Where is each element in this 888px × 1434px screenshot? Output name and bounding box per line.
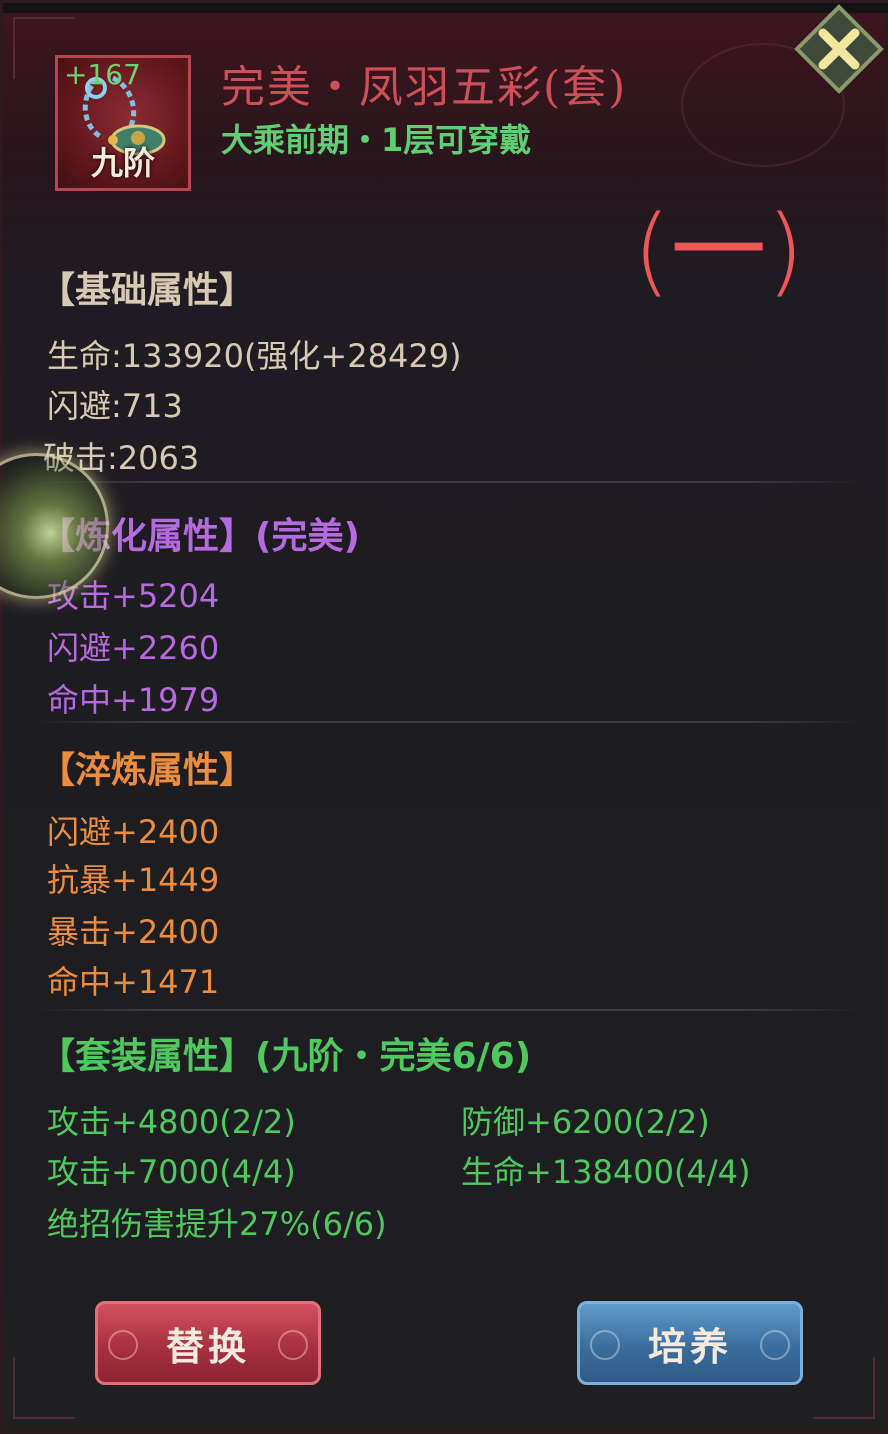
close-icon [794,4,884,94]
set-attribute-line: 生命+138400(4/4) [461,1153,751,1191]
refine-attribute-line: 闪避+2260 [47,629,220,667]
section-divider [33,481,863,483]
equipment-detail-panel: +167 九阶 完美・凤羽五彩(套) 大乘前期・1层可穿戴 (一) 【基础属性】… [0,0,888,1434]
base-attribute-line: 闪避:713 [47,387,183,425]
base-attributes-title: 【基础属性】 [39,270,256,311]
corner-ornament [813,1357,875,1419]
scroll-ornament-icon [108,1330,138,1360]
base-attribute-line: 生命:133920(强化+28429) [47,337,462,375]
item-grade: 九阶 [90,144,155,182]
item-name: 完美・凤羽五彩(套) [221,62,628,113]
train-button[interactable]: 培养 [577,1301,803,1385]
set-attribute-line: 防御+6200(2/2) [461,1103,710,1141]
replace-button[interactable]: 替换 [95,1301,321,1385]
scroll-ornament-icon [278,1330,308,1360]
refine-attribute-line: 命中+1979 [47,681,220,719]
scroll-ornament-icon [760,1330,790,1360]
set-attributes-title: 【套装属性】(九阶・完美6/6) [39,1036,532,1077]
replace-button-label: 替换 [165,1324,250,1369]
temper-attributes-title: 【淬炼属性】 [39,750,256,791]
scroll-ornament-icon [590,1330,620,1360]
item-icon-frame[interactable]: +167 九阶 [55,55,191,191]
temper-attribute-line: 抗暴+1449 [47,861,220,899]
temper-attribute-line: 命中+1471 [47,963,220,1001]
section-divider [33,1009,863,1011]
annotation-label: (一) [633,195,804,307]
set-attribute-line: 绝招伤害提升27%(6/6) [47,1205,387,1243]
enhance-level: +167 [64,58,141,91]
item-requirement: 大乘前期・1层可穿戴 [221,121,532,159]
set-attribute-line: 攻击+7000(4/4) [47,1153,296,1191]
refine-quality: (完美) [255,516,360,557]
temper-attribute-line: 暴击+2400 [47,913,220,951]
close-button[interactable] [793,3,885,95]
corner-ornament [13,1357,75,1419]
temper-attribute-line: 闪避+2400 [47,813,220,851]
top-bar [3,3,888,13]
train-button-label: 培养 [647,1324,732,1369]
section-divider [33,721,863,723]
set-attribute-line: 攻击+4800(2/2) [47,1103,296,1141]
